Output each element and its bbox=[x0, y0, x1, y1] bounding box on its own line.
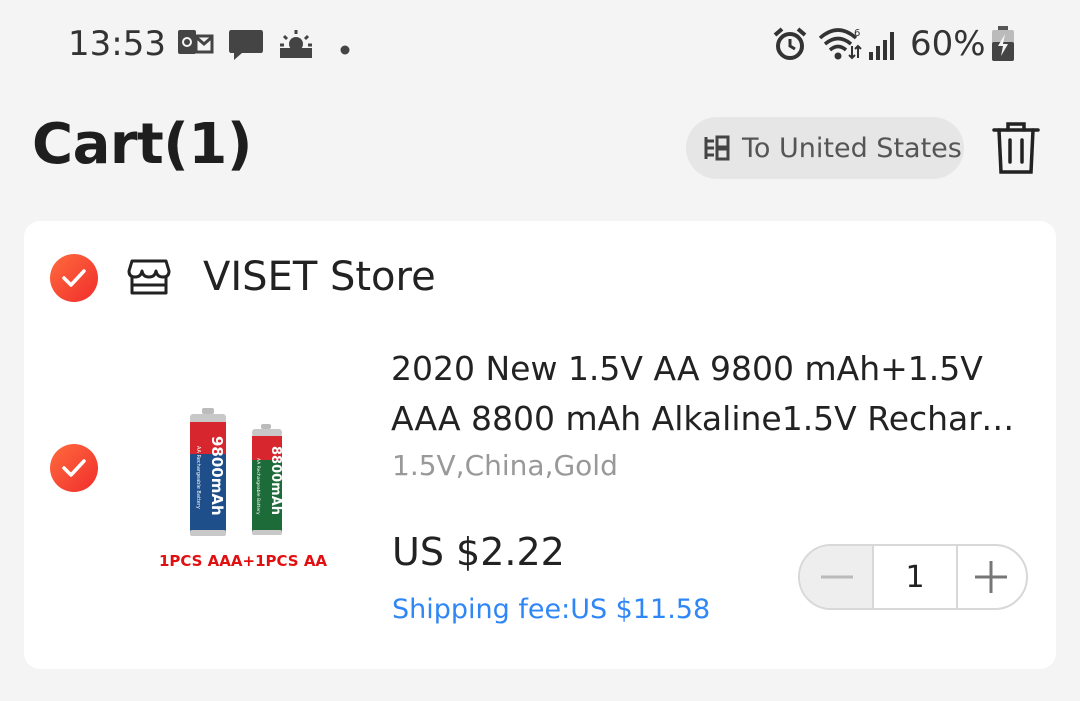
page-title: Cart(1) bbox=[32, 112, 252, 177]
battery-percent: 60% bbox=[910, 24, 986, 64]
battery-icon bbox=[991, 26, 1015, 66]
product-image[interactable]: 9800mAh AA Rechargeable Battery 8800mAh … bbox=[140, 396, 346, 578]
product-title[interactable]: 2020 New 1.5V AA 9800 mAh+1.5V AAA 8800 … bbox=[391, 344, 1031, 444]
battery-aa-subtext: AA Rechargeable Battery bbox=[195, 446, 201, 509]
quantity-decrease-button[interactable] bbox=[800, 546, 872, 608]
product-price: US $2.22 bbox=[392, 530, 565, 574]
quantity-stepper: 1 bbox=[798, 544, 1028, 610]
ship-to-button[interactable]: To United States bbox=[686, 117, 964, 179]
dot-icon bbox=[340, 40, 350, 59]
battery-aa-label: 9800mAh bbox=[208, 436, 226, 516]
store-icon bbox=[127, 257, 171, 301]
item-select-checkbox[interactable] bbox=[50, 444, 98, 492]
checkmark-icon bbox=[62, 459, 86, 477]
plus-icon bbox=[975, 561, 1007, 593]
battery-aa-image: 9800mAh AA Rechargeable Battery bbox=[190, 408, 226, 536]
store-name-link[interactable]: VISET Store bbox=[203, 254, 436, 300]
outlook-icon bbox=[178, 28, 214, 62]
delete-button[interactable] bbox=[990, 120, 1042, 176]
status-bar: 13:53 6 60% bbox=[0, 0, 1080, 92]
minus-icon bbox=[821, 575, 853, 579]
battery-aaa-image: 8800mAh AA Rechargeable Battery bbox=[252, 424, 283, 535]
store-select-checkbox[interactable] bbox=[50, 254, 98, 302]
alarm-icon bbox=[772, 26, 808, 66]
quantity-increase-button[interactable] bbox=[958, 546, 1026, 608]
product-title-line-2: AAA 8800 mAh Alkaline1.5V Recharg... bbox=[391, 399, 1031, 438]
product-image-caption: 1PCS AAA+1PCS AA bbox=[159, 552, 327, 570]
location-icon bbox=[704, 135, 730, 161]
trash-icon bbox=[992, 122, 1040, 174]
product-title-line-1: 2020 New 1.5V AA 9800 mAh+1.5V bbox=[391, 349, 983, 388]
svg-text:6: 6 bbox=[854, 28, 860, 39]
message-icon bbox=[228, 28, 264, 66]
wifi-icon: 6 bbox=[818, 26, 862, 66]
shipping-fee-link[interactable]: Shipping fee:US $11.58 bbox=[392, 594, 710, 625]
battery-aaa-label: 8800mAh bbox=[268, 446, 283, 515]
signal-icon bbox=[868, 28, 898, 64]
checkmark-icon bbox=[62, 269, 86, 287]
weather-icon bbox=[278, 28, 314, 64]
status-time: 13:53 bbox=[68, 24, 166, 64]
product-variant[interactable]: 1.5V,China,Gold bbox=[392, 449, 618, 482]
battery-aaa-subtext: AA Rechargeable Battery bbox=[255, 458, 261, 515]
ship-to-label: To United States bbox=[742, 132, 962, 164]
quantity-value[interactable]: 1 bbox=[872, 546, 958, 608]
